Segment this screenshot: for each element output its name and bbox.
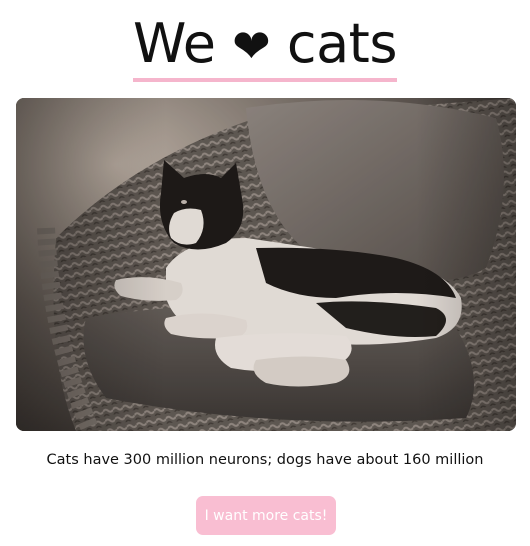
page: We ❤ cats Cats have 300 million neurons;… [0,0,530,546]
title-wrapper: We ❤ cats [0,14,530,82]
cat-fact: Cats have 300 million neurons; dogs have… [46,452,484,468]
heart-icon: ❤ [232,19,271,73]
cat-photo-drawing [16,98,516,431]
more-cats-button[interactable]: I want more cats! [196,496,336,535]
cat-photo [16,98,516,431]
title-cats: cats [286,12,398,75]
page-title: We ❤ cats [133,14,397,82]
title-we: We [133,12,216,75]
